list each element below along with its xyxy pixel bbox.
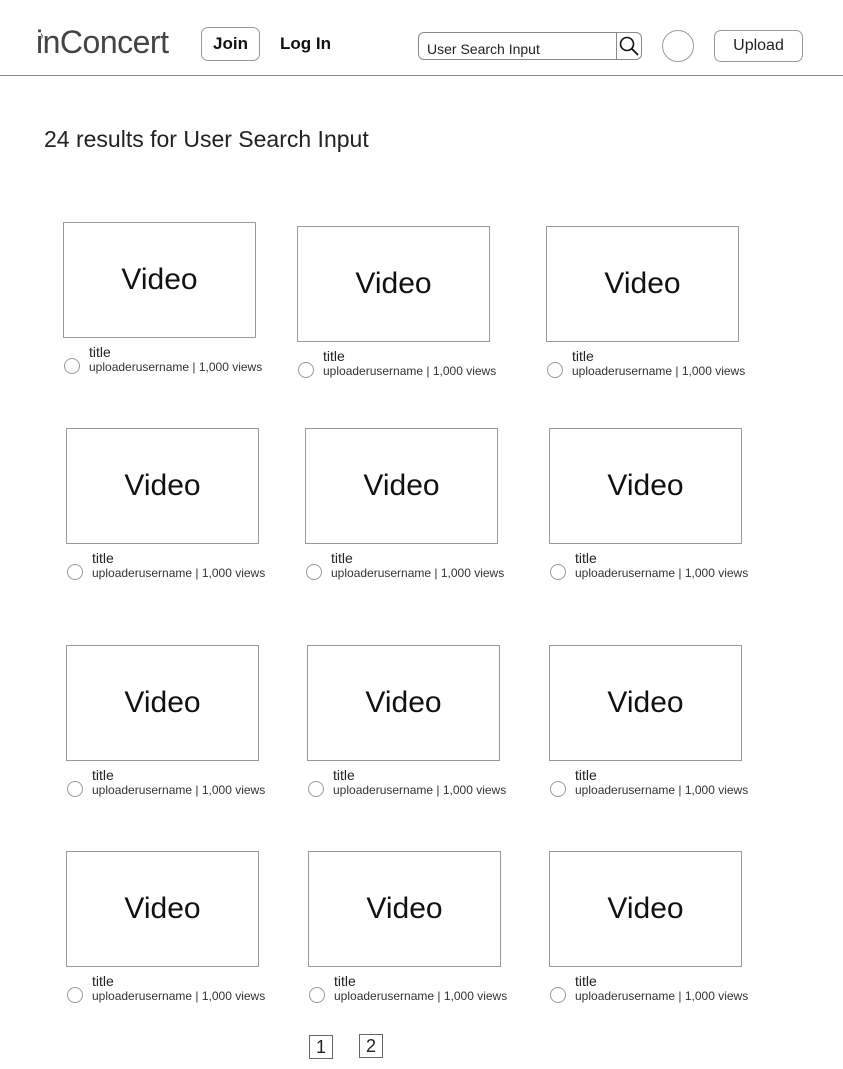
video-meta: title uploaderusername | 1,000 views: [63, 344, 275, 380]
video-uploader-views: uploaderusername | 1,000 views: [92, 989, 266, 1003]
video-card[interactable]: Video title uploaderusername | 1,000 vie…: [307, 645, 519, 803]
search-input[interactable]: [419, 33, 616, 59]
uploader-avatar[interactable]: [64, 358, 80, 374]
video-title[interactable]: title: [333, 767, 355, 783]
video-title[interactable]: title: [575, 550, 597, 566]
video-card[interactable]: Video title uploaderusername | 1,000 vie…: [297, 226, 509, 384]
video-thumbnail[interactable]: Video: [549, 645, 742, 761]
video-title[interactable]: title: [331, 550, 353, 566]
uploader-avatar[interactable]: [550, 987, 566, 1003]
video-meta: title uploaderusername | 1,000 views: [307, 767, 519, 803]
join-button[interactable]: Join: [201, 27, 260, 61]
video-meta: title uploaderusername | 1,000 views: [549, 973, 761, 1009]
video-title[interactable]: title: [92, 550, 114, 566]
video-meta: title uploaderusername | 1,000 views: [546, 348, 758, 384]
user-avatar[interactable]: [662, 30, 694, 62]
video-card[interactable]: Video title uploaderusername | 1,000 vie…: [63, 222, 275, 380]
uploader-avatar[interactable]: [298, 362, 314, 378]
video-uploader-views: uploaderusername | 1,000 views: [333, 783, 507, 797]
login-link[interactable]: Log In: [280, 34, 331, 54]
video-card[interactable]: Video title uploaderusername | 1,000 vie…: [66, 851, 278, 1009]
video-thumbnail[interactable]: Video: [297, 226, 490, 342]
video-meta: title uploaderusername | 1,000 views: [66, 973, 278, 1009]
uploader-avatar[interactable]: [308, 781, 324, 797]
logo-text: inConcert: [36, 24, 169, 60]
video-meta: title uploaderusername | 1,000 views: [549, 550, 761, 586]
video-card[interactable]: Video title uploaderusername | 1,000 vie…: [546, 226, 758, 384]
uploader-avatar[interactable]: [67, 781, 83, 797]
video-meta: title uploaderusername | 1,000 views: [308, 973, 520, 1009]
video-thumbnail[interactable]: Video: [549, 851, 742, 967]
site-logo[interactable]: ♪ inConcert: [36, 24, 169, 60]
uploader-avatar[interactable]: [547, 362, 563, 378]
music-note-icon: ♪: [38, 29, 44, 43]
page-button-1[interactable]: 1: [309, 1035, 333, 1059]
video-meta: title uploaderusername | 1,000 views: [549, 767, 761, 803]
uploader-avatar[interactable]: [67, 564, 83, 580]
video-thumbnail[interactable]: Video: [305, 428, 498, 544]
video-uploader-views: uploaderusername | 1,000 views: [575, 783, 749, 797]
video-title[interactable]: title: [92, 973, 114, 989]
video-meta: title uploaderusername | 1,000 views: [297, 348, 509, 384]
video-card[interactable]: Video title uploaderusername | 1,000 vie…: [308, 851, 520, 1009]
uploader-avatar[interactable]: [67, 987, 83, 1003]
video-title[interactable]: title: [89, 344, 111, 360]
video-card[interactable]: Video title uploaderusername | 1,000 vie…: [549, 645, 761, 803]
video-card[interactable]: Video title uploaderusername | 1,000 vie…: [66, 428, 278, 586]
video-card[interactable]: Video title uploaderusername | 1,000 vie…: [66, 645, 278, 803]
video-uploader-views: uploaderusername | 1,000 views: [572, 364, 746, 378]
video-thumbnail[interactable]: Video: [66, 851, 259, 967]
video-thumbnail[interactable]: Video: [308, 851, 501, 967]
search-icon: [619, 36, 639, 56]
video-thumbnail[interactable]: Video: [66, 428, 259, 544]
video-uploader-views: uploaderusername | 1,000 views: [575, 989, 749, 1003]
video-title[interactable]: title: [334, 973, 356, 989]
uploader-avatar[interactable]: [309, 987, 325, 1003]
video-card[interactable]: Video title uploaderusername | 1,000 vie…: [549, 851, 761, 1009]
video-thumbnail[interactable]: Video: [307, 645, 500, 761]
video-meta: title uploaderusername | 1,000 views: [305, 550, 517, 586]
search-bar: [418, 32, 642, 60]
uploader-avatar[interactable]: [550, 781, 566, 797]
video-title[interactable]: title: [323, 348, 345, 364]
video-thumbnail[interactable]: Video: [546, 226, 739, 342]
video-uploader-views: uploaderusername | 1,000 views: [334, 989, 508, 1003]
video-thumbnail[interactable]: Video: [63, 222, 256, 338]
video-title[interactable]: title: [572, 348, 594, 364]
page-button-2[interactable]: 2: [359, 1034, 383, 1058]
uploader-avatar[interactable]: [550, 564, 566, 580]
results-heading: 24 results for User Search Input: [44, 126, 369, 152]
upload-button[interactable]: Upload: [714, 30, 803, 62]
video-meta: title uploaderusername | 1,000 views: [66, 767, 278, 803]
video-title[interactable]: title: [92, 767, 114, 783]
video-uploader-views: uploaderusername | 1,000 views: [92, 566, 266, 580]
video-card[interactable]: Video title uploaderusername | 1,000 vie…: [549, 428, 761, 586]
video-meta: title uploaderusername | 1,000 views: [66, 550, 278, 586]
video-thumbnail[interactable]: Video: [549, 428, 742, 544]
video-thumbnail[interactable]: Video: [66, 645, 259, 761]
video-uploader-views: uploaderusername | 1,000 views: [92, 783, 266, 797]
video-uploader-views: uploaderusername | 1,000 views: [323, 364, 497, 378]
video-uploader-views: uploaderusername | 1,000 views: [331, 566, 505, 580]
uploader-avatar[interactable]: [306, 564, 322, 580]
video-title[interactable]: title: [575, 973, 597, 989]
top-header: ♪ inConcert Join Log In Upload: [0, 0, 843, 76]
search-button[interactable]: [616, 33, 641, 59]
video-card[interactable]: Video title uploaderusername | 1,000 vie…: [305, 428, 517, 586]
video-uploader-views: uploaderusername | 1,000 views: [575, 566, 749, 580]
video-title[interactable]: title: [575, 767, 597, 783]
video-uploader-views: uploaderusername | 1,000 views: [89, 360, 263, 374]
